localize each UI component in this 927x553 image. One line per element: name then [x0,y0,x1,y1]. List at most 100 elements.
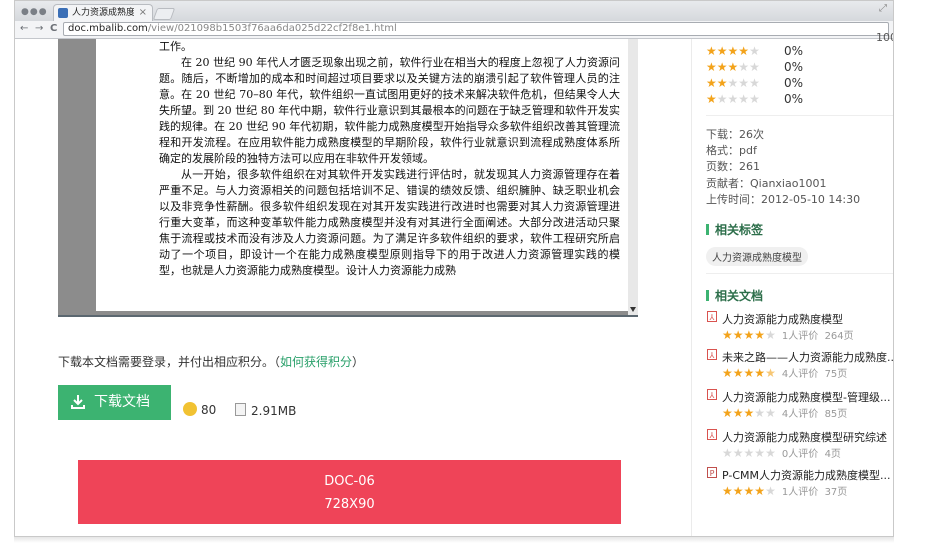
reload-button[interactable]: C [50,23,57,34]
file-size-value: 2.91MB [251,404,297,418]
page-count: 4页 [824,449,841,460]
related-docs-heading: 相关文档 [706,287,763,304]
pdf-icon: ⅄ [707,311,717,322]
address-bar-area: ← → C doc.mbalib.com/view/021098b1503f76… [15,21,893,39]
review-count: 4人评价 [781,369,819,380]
points-cost: 80 [183,402,217,417]
related-doc-item[interactable]: ⅄ 未来之路——人力资源能力成熟度.. ★★★★★ 4人评价 75页 [706,349,893,383]
rating-stars: ★★★★★ [722,328,776,342]
related-doc-meta: ★★★★★ 0人评价 4页 [722,445,841,460]
related-doc-title[interactable]: 人力资源能力成熟度模型 [722,311,893,327]
url-path: /view/021098b1503f76aa6da025d22cf2f8e1.h… [147,23,397,34]
info-upload-time: 上传时间：2012-05-10 14:30 [706,193,861,206]
scroll-down-arrow-icon[interactable] [630,307,636,312]
related-doc-meta: ★★★★★ 4人评价 75页 [722,365,847,380]
info-contributor: 贡献者：Qianxiao1001 [706,177,827,190]
back-button[interactable]: ← [20,23,28,34]
related-doc-item[interactable]: ⅄ 人力资源能力成熟度模型-管理级... ★★★★★ 4人评价 85页 [706,389,893,423]
how-to-get-points-link[interactable]: 如何获得积分 [280,355,352,369]
file-icon [235,403,246,416]
ppt-icon: P [707,467,717,478]
tab-bar: ●●● 人力资源成熟度模 × ⤢ [15,1,893,21]
page-count: 75页 [824,369,848,380]
related-doc-title[interactable]: P-CMM人力资源能力成熟度模型... [722,467,893,483]
section-marker [706,290,709,301]
file-size: 2.91MB [235,403,296,418]
related-doc-meta: ★★★★★ 4人评价 85页 [722,405,847,420]
document-viewer[interactable]: 工作。 在 20 世纪 90 年代人才匮乏现象出现之前，软件行业在相当大的程度上… [58,39,638,317]
site-favicon-icon [58,8,68,18]
rating-stars: ★★★★★ [706,60,760,74]
ad-line-2: 728X90 [324,497,375,512]
related-doc-item[interactable]: ⅄ 人力资源能力成熟度模型研究综述 ★★★★★ 0人评价 4页 [706,429,893,463]
related-doc-item[interactable]: P P-CMM人力资源能力成熟度模型... ★★★★★ 1人评价 37页 [706,467,893,501]
url-field[interactable]: doc.mbalib.com/view/021098b1503f76aa6da0… [63,22,889,36]
related-doc-meta: ★★★★★ 1人评价 37页 [722,483,847,498]
info-downloads: 下载：26次 [706,128,764,141]
divider [706,115,893,116]
download-button[interactable]: 下载文档 [58,385,171,420]
ad-line-1: DOC-06 [324,474,375,489]
info-format: 格式：pdf [706,144,757,157]
login-note-text: 下载本文档需要登录，并付出相应积分。（ [58,355,281,369]
download-icon [71,395,85,409]
resize-icon[interactable]: ⤢ [879,3,887,14]
browser-window: ●●● 人力资源成熟度模 × ⤢ ← → C doc.mbalib.com/vi… [14,0,894,537]
rating-top-percent: 100% [876,31,893,44]
ad-banner[interactable]: DOC-06 728X90 [78,460,621,524]
rating-stars: ★★★★★ [722,484,776,498]
related-doc-meta: ★★★★★ 1人评价 264页 [722,327,854,342]
login-note-end: ） [352,355,365,369]
login-notice: 下载本文档需要登录，并付出相应积分。（如何获得积分） [58,353,364,370]
doc-paragraph: 工作。 [159,40,192,53]
rating-stars: ★★★★★ [706,44,760,58]
page-count: 264页 [824,331,854,342]
rating-stars: ★★★★★ [722,366,776,380]
rating-row: ★★★★★ 0% [706,44,803,58]
review-count: 1人评价 [781,331,819,342]
divider [706,273,893,274]
rating-stars: ★★★★★ [722,446,776,460]
review-count: 4人评价 [781,409,819,420]
document-page: 工作。 在 20 世纪 90 年代人才匮乏现象出现之前，软件行业在相当大的程度上… [96,39,628,311]
sidebar: 100% ★★★★★ 0% ★★★★★ 0% ★★★★★ 0% ★★★★★ 0%… [706,31,893,536]
related-tags-title: 相关标签 [715,223,764,237]
points-value: 80 [201,403,217,417]
pdf-icon: ⅄ [707,349,717,360]
rating-percent: 0% [784,76,804,90]
doc-paragraph: 在 20 世纪 90 年代人才匮乏现象出现之前，软件行业在相当大的程度上忽视了人… [159,56,620,165]
section-marker [706,224,709,235]
related-doc-title[interactable]: 人力资源能力成熟度模型-管理级... [722,389,893,405]
url-host: doc.mbalib.com [68,23,148,34]
page-count: 37页 [824,487,848,498]
forward-button[interactable]: → [35,23,43,34]
pdf-icon: ⅄ [707,389,717,400]
tab-close-icon[interactable]: × [139,5,147,21]
tab-title: 人力资源成熟度模 [72,8,134,18]
rating-stars: ★★★★★ [722,406,776,420]
related-doc-title[interactable]: 人力资源能力成熟度模型研究综述 [722,429,893,445]
rating-percent: 0% [784,92,804,106]
new-tab-button[interactable] [152,8,176,20]
window-shadow [14,537,894,543]
viewer-scrollbar[interactable] [628,39,638,315]
page-count: 85页 [824,409,848,420]
rating-stars: ★★★★★ [706,76,760,90]
rating-stars: ★★★★★ [706,92,760,106]
rating-row: ★★★★★ 0% [706,92,803,106]
review-count: 1人评价 [781,487,819,498]
browser-tab[interactable]: 人力资源成熟度模 × [53,4,153,21]
related-docs-title: 相关文档 [715,289,764,303]
page-content: 工作。 在 20 世纪 90 年代人才匮乏现象出现之前，软件行业在相当大的程度上… [15,31,893,536]
related-doc-title[interactable]: 未来之路——人力资源能力成熟度.. [722,349,893,365]
doc-paragraph: 从一开始，很多软件组织在对其软件开发实践进行评估时，就发现其人力资源管理存在着严… [159,168,620,277]
window-controls[interactable]: ●●● [21,7,48,17]
column-divider [691,39,692,536]
related-doc-item[interactable]: ⅄ 人力资源能力成熟度模型 ★★★★★ 1人评价 264页 [706,311,893,345]
rating-row: ★★★★★ 0% [706,76,803,90]
tag-chip[interactable]: 人力资源成熟度模型 [706,247,808,266]
download-button-label: 下载文档 [94,394,150,410]
related-tags-heading: 相关标签 [706,221,763,238]
info-pages: 页数：261 [706,160,760,173]
coin-icon [183,402,197,416]
